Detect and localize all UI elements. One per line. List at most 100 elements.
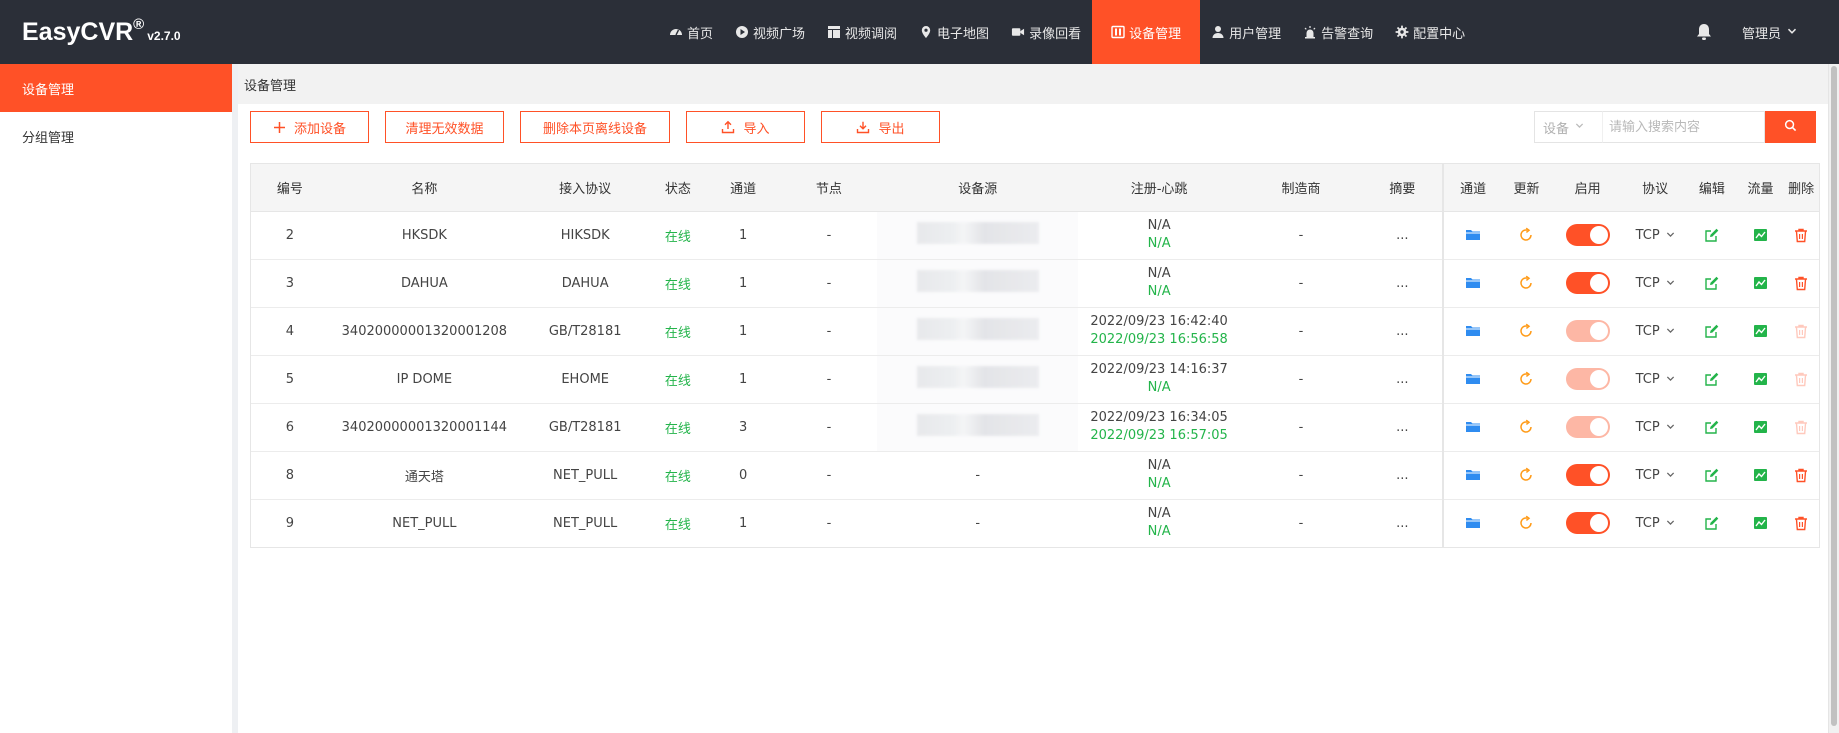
- enable-toggle[interactable]: [1565, 464, 1610, 486]
- transport-select[interactable]: TCP: [1636, 468, 1675, 483]
- enable-toggle[interactable]: [1565, 416, 1610, 438]
- register-time: 2022/09/23 16:34:05: [1090, 410, 1228, 425]
- edit-icon[interactable]: [1703, 274, 1721, 292]
- column-header: 制造商: [1239, 164, 1363, 212]
- device-id: 8: [251, 451, 329, 500]
- manufacturer: -: [1239, 259, 1363, 308]
- chart-icon[interactable]: [1751, 226, 1769, 244]
- column-header: 编辑: [1686, 164, 1738, 212]
- search-button[interactable]: [1765, 111, 1816, 143]
- trash-icon[interactable]: [1792, 226, 1810, 244]
- summary[interactable]: ...: [1362, 403, 1444, 452]
- trash-icon[interactable]: [1792, 418, 1810, 436]
- enable-toggle[interactable]: [1565, 224, 1610, 246]
- sidebar-item-label: 设备管理: [22, 82, 75, 98]
- trash-icon[interactable]: [1792, 514, 1810, 532]
- trash-icon[interactable]: [1792, 370, 1810, 388]
- refresh-icon[interactable]: [1517, 514, 1535, 532]
- page-scrollbar[interactable]: [1828, 64, 1839, 733]
- trash-icon[interactable]: [1792, 274, 1810, 292]
- chart-icon[interactable]: [1751, 466, 1769, 484]
- summary[interactable]: ...: [1362, 499, 1443, 547]
- node: -: [780, 355, 877, 404]
- device-source-cell: [876, 259, 1079, 308]
- edit-icon[interactable]: [1703, 418, 1721, 436]
- refresh-icon[interactable]: [1517, 370, 1535, 388]
- register-heartbeat: N/A N/A: [1078, 499, 1239, 547]
- export-button[interactable]: 导出: [821, 111, 940, 143]
- transport-select[interactable]: TCP: [1636, 276, 1675, 291]
- folder-icon[interactable]: [1464, 370, 1482, 388]
- summary[interactable]: ...: [1362, 211, 1444, 260]
- transport-value: TCP: [1635, 371, 1660, 387]
- folder-icon[interactable]: [1464, 514, 1482, 532]
- trash-icon[interactable]: [1792, 466, 1810, 484]
- node: -: [780, 211, 877, 260]
- main-content: 设备管理 添加设备 清理无效数据 删除本页离线设备 导入 导出 设备 请输入搜索…: [238, 64, 1828, 733]
- refresh-icon[interactable]: [1517, 322, 1535, 340]
- chart-icon[interactable]: [1751, 514, 1769, 532]
- nav-item-8[interactable]: 配置中心: [1384, 0, 1476, 64]
- import-button[interactable]: 导入: [686, 111, 805, 143]
- edit-icon[interactable]: [1703, 514, 1721, 532]
- transport-select[interactable]: TCP: [1636, 324, 1675, 339]
- clean-invalid-data-button[interactable]: 清理无效数据: [385, 111, 504, 143]
- enable-action: [1551, 355, 1625, 404]
- summary[interactable]: ...: [1362, 307, 1444, 356]
- transport-select[interactable]: TCP: [1636, 372, 1675, 387]
- app-logo[interactable]: EasyCVR®v2.7.0: [22, 16, 181, 47]
- folder-icon[interactable]: [1464, 466, 1482, 484]
- scrollbar-thumb[interactable]: [1831, 66, 1837, 726]
- edit-icon[interactable]: [1703, 370, 1721, 388]
- device-source-cell: -: [975, 515, 981, 531]
- edit-icon[interactable]: [1703, 322, 1721, 340]
- folder-icon[interactable]: [1464, 226, 1482, 244]
- refresh-icon[interactable]: [1517, 226, 1535, 244]
- enable-toggle[interactable]: [1565, 512, 1610, 535]
- bell-icon[interactable]: [1694, 22, 1714, 42]
- folder-icon[interactable]: [1464, 322, 1482, 340]
- trash-icon[interactable]: [1792, 322, 1810, 340]
- summary[interactable]: ...: [1362, 259, 1444, 308]
- blurred-device-source: [916, 318, 1039, 340]
- chart-icon[interactable]: [1751, 322, 1769, 340]
- add-device-button[interactable]: 添加设备: [250, 111, 369, 143]
- nav-item-0[interactable]: 首页: [658, 0, 724, 64]
- transport-select[interactable]: TCP: [1636, 228, 1675, 243]
- edit-action: [1686, 403, 1738, 452]
- nav-item-1[interactable]: 视频广场: [724, 0, 816, 64]
- nav-item-6[interactable]: 用户管理: [1200, 0, 1292, 64]
- nav-item-2[interactable]: 视频调阅: [816, 0, 908, 64]
- chart-icon[interactable]: [1751, 418, 1769, 436]
- search-input[interactable]: [1602, 111, 1765, 143]
- refresh-icon[interactable]: [1517, 418, 1535, 436]
- nav-item-7[interactable]: 告警查询: [1292, 0, 1384, 64]
- refresh-icon[interactable]: [1517, 466, 1535, 484]
- summary[interactable]: ...: [1362, 355, 1444, 404]
- nav-item-4[interactable]: 录像回看: [1000, 0, 1092, 64]
- summary[interactable]: ...: [1362, 451, 1444, 500]
- user-menu[interactable]: 管理员: [1742, 0, 1797, 64]
- sidebar-item-device-management[interactable]: 设备管理: [0, 64, 232, 112]
- edit-icon[interactable]: [1703, 226, 1721, 244]
- folder-icon[interactable]: [1464, 274, 1482, 292]
- search-type-select[interactable]: 设备: [1534, 111, 1602, 143]
- folder-icon[interactable]: [1464, 418, 1482, 436]
- transport-select[interactable]: TCP: [1636, 516, 1675, 531]
- enable-toggle[interactable]: [1565, 320, 1610, 342]
- sidebar-item-group-management[interactable]: 分组管理: [0, 112, 232, 160]
- nav-item-5[interactable]: 设备管理: [1092, 0, 1201, 64]
- chart-icon[interactable]: [1751, 370, 1769, 388]
- access-protocol: NET_PULL: [553, 515, 618, 531]
- enable-toggle[interactable]: [1565, 368, 1610, 390]
- delete-offline-devices-button[interactable]: 删除本页离线设备: [520, 111, 670, 143]
- chart-icon[interactable]: [1751, 274, 1769, 292]
- clean-invalid-data-label: 清理无效数据: [405, 121, 484, 137]
- enable-toggle[interactable]: [1565, 272, 1610, 294]
- refresh-icon[interactable]: [1517, 274, 1535, 292]
- nav-item-3[interactable]: 电子地图: [908, 0, 1000, 64]
- edit-icon[interactable]: [1703, 466, 1721, 484]
- device-id: 2: [251, 211, 329, 260]
- transport-select[interactable]: TCP: [1636, 420, 1675, 435]
- enable-action: [1551, 451, 1625, 500]
